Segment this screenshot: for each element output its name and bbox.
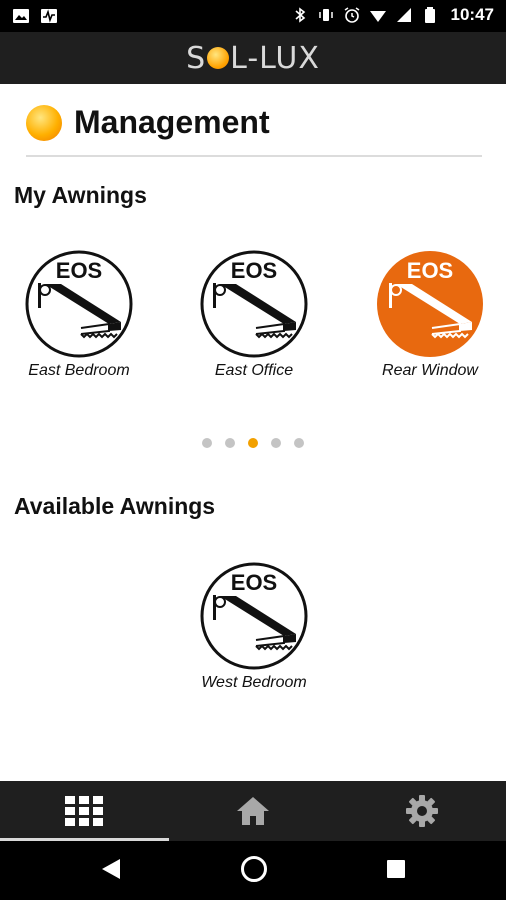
- page-title: Management: [74, 104, 270, 140]
- tab-management[interactable]: [0, 781, 169, 841]
- logo-sun-icon: [207, 47, 230, 69]
- battery-icon: [424, 7, 435, 23]
- tab-home[interactable]: [169, 781, 338, 841]
- vibrate-icon: [318, 9, 333, 21]
- sol-lux-logo: S L-LUX: [186, 41, 320, 76]
- awning-icon: EOS: [25, 250, 133, 358]
- awning-tile-east-bedroom[interactable]: EOS East Bedroom: [4, 250, 154, 380]
- gear-icon: [405, 795, 438, 827]
- status-time: 10:47: [450, 5, 494, 24]
- logo-text-left: S: [186, 40, 207, 76]
- svg-text:EOS: EOS: [231, 570, 277, 595]
- bottom-tab-bar: [0, 781, 506, 841]
- pager-dot[interactable]: [294, 438, 304, 448]
- activity-icon: [41, 9, 57, 23]
- page-header: Management: [26, 104, 270, 141]
- svg-text:EOS: EOS: [231, 258, 277, 283]
- svg-text:EOS: EOS: [407, 258, 453, 283]
- awning-tile-east-office[interactable]: EOS East Office: [179, 250, 329, 380]
- pager-dot[interactable]: [202, 438, 212, 448]
- available-awnings-title: Available Awnings: [14, 493, 216, 519]
- awning-name: Rear Window: [382, 362, 478, 379]
- app-bar: S L-LUX: [0, 32, 506, 84]
- image-icon: [13, 9, 29, 23]
- bluetooth-icon: [294, 7, 305, 23]
- status-bar: 10:47: [0, 0, 506, 32]
- home-circle-icon[interactable]: [240, 855, 268, 883]
- awning-icon-selected: EOS: [377, 251, 483, 357]
- awning-tile-rear-window[interactable]: EOS Rear Window: [355, 250, 505, 380]
- awning-name: East Office: [214, 362, 294, 379]
- system-nav-bar: [0, 841, 506, 900]
- header-divider: [26, 155, 482, 157]
- recents-icon[interactable]: [386, 859, 406, 879]
- signal-icon: [396, 8, 411, 22]
- pager-dot[interactable]: [271, 438, 281, 448]
- awning-name: West Bedroom: [201, 674, 307, 691]
- wifi-icon: [369, 11, 386, 22]
- pager-dot-active[interactable]: [248, 438, 258, 448]
- awning-icon: EOS: [200, 250, 308, 358]
- back-icon[interactable]: [100, 857, 122, 881]
- awning-tile-west-bedroom[interactable]: EOS West Bedroom: [179, 562, 329, 692]
- pager-dots: [0, 438, 506, 448]
- my-awnings-title: My Awnings: [14, 182, 147, 208]
- sun-icon: [26, 104, 62, 141]
- grid-icon: [65, 796, 104, 826]
- home-icon: [237, 797, 269, 825]
- awning-icon: EOS: [200, 562, 308, 670]
- tab-settings[interactable]: [337, 781, 506, 841]
- svg-text:EOS: EOS: [56, 258, 102, 283]
- pager-dot[interactable]: [225, 438, 235, 448]
- awning-name: East Bedroom: [28, 362, 130, 379]
- logo-text-right: L-LUX: [230, 40, 320, 76]
- alarm-icon: [344, 7, 359, 23]
